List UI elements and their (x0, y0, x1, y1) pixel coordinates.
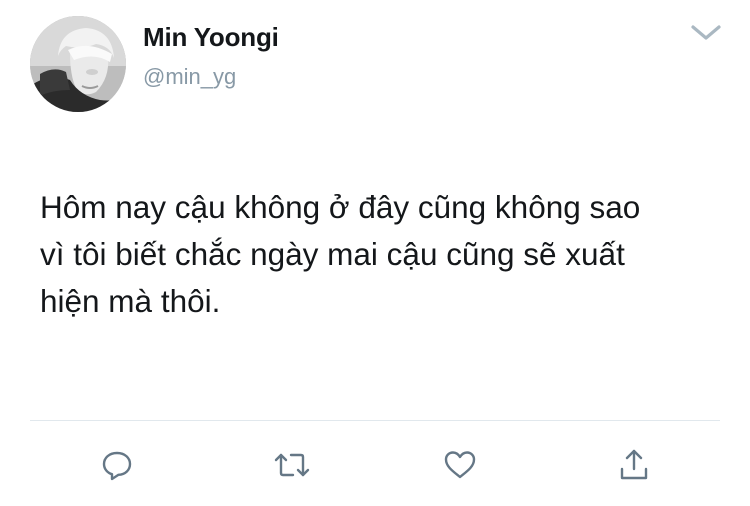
chevron-down-icon[interactable] (690, 22, 722, 44)
avatar[interactable] (30, 16, 126, 112)
author-display-name[interactable]: Min Yoongi (143, 22, 279, 53)
tweet-text-line: Hôm nay cậu không ở đây cũng không sao (40, 189, 641, 225)
heart-icon[interactable] (442, 447, 478, 483)
share-icon[interactable] (616, 447, 652, 483)
avatar-photo (30, 16, 126, 112)
tweet-text: Hôm nay cậu không ở đây cũng không sao v… (40, 184, 740, 325)
tweet-text-line: vì tôi biết chắc ngày mai cậu cũng sẽ xu… (40, 236, 625, 272)
reply-icon[interactable] (99, 447, 135, 483)
author-handle[interactable]: @min_yg (143, 64, 236, 90)
tweet-text-line: hiện mà thôi. (40, 283, 221, 319)
divider (30, 420, 720, 421)
retweet-icon[interactable] (272, 447, 312, 483)
tweet-card: Min Yoongi @min_yg Hôm nay cậu không ở đ… (0, 0, 750, 506)
